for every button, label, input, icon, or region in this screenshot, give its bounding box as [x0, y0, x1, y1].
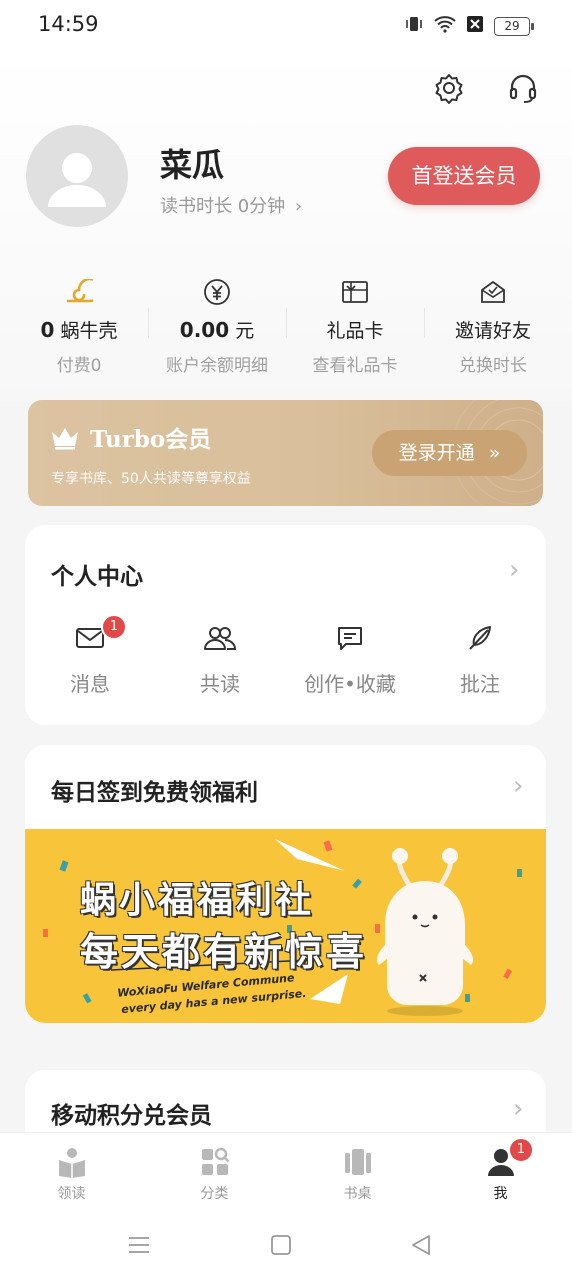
personal-center-title: 个人中心 [51, 564, 143, 590]
wifi-icon [434, 15, 456, 37]
turbo-login-activate-button[interactable]: 登录开通 » [372, 430, 527, 476]
turbo-button-label: 登录开通 [398, 442, 475, 464]
first-login-member-button[interactable]: 首登送会员 [388, 147, 540, 205]
stat-value: 0.00 [179, 318, 230, 342]
vibrate-icon [404, 14, 424, 38]
chat-document-icon [285, 620, 415, 656]
personal-item-coread[interactable]: 共读 [155, 620, 285, 697]
double-chevron-right-icon: » [488, 442, 501, 464]
status-bar: 14:59 29 [0, 0, 572, 52]
stat-unit: 礼品卡 [326, 320, 384, 342]
stat-sub: 付费0 [56, 356, 102, 376]
settings-gear-icon[interactable] [433, 72, 465, 104]
personal-item-label: 共读 [200, 672, 240, 696]
status-time: 14:59 [38, 12, 99, 36]
stat-unit: 邀请好友 [454, 320, 531, 342]
reader-book-icon [0, 1145, 143, 1179]
stat-gift-card[interactable]: 礼品卡 查看礼品卡 [286, 278, 424, 376]
personal-item-messages[interactable]: 1 消息 [25, 614, 155, 697]
turbo-title: Turbo会员 [90, 426, 212, 453]
avatar[interactable] [26, 125, 128, 227]
mail-icon: 1 [25, 614, 155, 656]
nav-label: 书桌 [343, 1186, 372, 1202]
back-triangle-icon[interactable] [410, 1234, 432, 1260]
username[interactable]: 菜瓜 [160, 140, 224, 186]
message-badge: 1 [101, 614, 127, 640]
nav-label: 领读 [57, 1186, 86, 1202]
system-navigation-bar [0, 1212, 572, 1280]
stat-sub: 账户余额明细 [166, 356, 268, 376]
personal-item-label: 创作•收藏 [304, 672, 396, 696]
nav-tab-bookshelf[interactable]: 书桌 [286, 1145, 429, 1203]
banner-headline-2: 每天都有新惊喜 [80, 930, 368, 974]
stat-sub: 兑换时长 [459, 356, 527, 376]
battery-icon: 29 [494, 16, 534, 36]
nav-label: 我 [493, 1186, 508, 1202]
stat-value: 0 [40, 318, 55, 342]
chevron-right-icon: › [294, 196, 303, 217]
nav-label: 分类 [200, 1186, 229, 1202]
daily-checkin-card[interactable]: 每日签到免费领福利 › 蜗小福福利社 每天都有新惊喜 WoXiaoFu Welf… [25, 745, 546, 1023]
welfare-banner[interactable]: 蜗小福福利社 每天都有新惊喜 WoXiaoFu Welfare Commune … [25, 829, 546, 1023]
user-profile-icon: 1 [429, 1137, 572, 1179]
banner-headline-1: 蜗小福福利社 [80, 880, 315, 921]
chevron-right-icon[interactable]: › [513, 771, 523, 801]
stat-invite[interactable]: 邀请好友 兑换时长 [424, 278, 562, 376]
bookshelf-icon [286, 1145, 429, 1179]
personal-center-card: 个人中心 › 1 消息 共读 创作•收藏 批注 [25, 525, 546, 725]
stat-unit: 蜗牛壳 [60, 320, 118, 342]
people-icon [155, 620, 285, 656]
snail-shell-icon [10, 278, 148, 306]
category-grid-icon [143, 1145, 286, 1179]
reading-time-text: 读书时长 0分钟 [160, 196, 286, 217]
personal-item-creation-favorites[interactable]: 创作•收藏 [285, 620, 415, 697]
personal-item-label: 消息 [70, 672, 110, 696]
no-sim-icon [466, 15, 484, 37]
mascot-character-icon [377, 848, 473, 1016]
bottom-navigation: 领读 分类 书桌 1 我 [0, 1132, 572, 1213]
invite-envelope-icon [424, 278, 562, 306]
nav-me-badge: 1 [508, 1137, 534, 1163]
turbo-member-banner[interactable]: Turbo会员 专享书库、50人共读等尊享权益 登录开通 » [28, 400, 543, 506]
reading-time-link[interactable]: 读书时长 0分钟 › [160, 192, 302, 218]
personal-item-label: 批注 [460, 672, 500, 696]
chevron-right-icon[interactable]: › [509, 555, 519, 585]
crown-icon [50, 426, 80, 454]
status-icons: 29 [404, 14, 534, 38]
nav-tab-me[interactable]: 1 我 [429, 1137, 572, 1203]
customer-service-headset-icon[interactable] [507, 72, 539, 104]
turbo-subtitle: 专享书库、50人共读等尊享权益 [51, 471, 251, 487]
feather-pen-icon [415, 620, 545, 656]
yen-icon [148, 278, 286, 306]
menu-lines-icon[interactable] [128, 1234, 150, 1260]
gift-card-icon [286, 278, 424, 306]
chevron-right-icon[interactable]: › [513, 1094, 523, 1124]
points-title: 移动积分兑会员 [51, 1103, 212, 1129]
stat-balance[interactable]: 0.00 元 账户余额明细 [148, 278, 286, 376]
stat-snail-shell[interactable]: 0 蜗牛壳 付费0 [10, 278, 148, 376]
personal-item-annotations[interactable]: 批注 [415, 620, 545, 697]
nav-tab-read[interactable]: 领读 [0, 1145, 143, 1203]
stat-sub: 查看礼品卡 [312, 356, 398, 376]
nav-tab-category[interactable]: 分类 [143, 1145, 286, 1203]
stat-unit: 元 [235, 320, 255, 342]
home-square-icon[interactable] [270, 1234, 292, 1260]
checkin-title: 每日签到免费领福利 [51, 780, 258, 806]
